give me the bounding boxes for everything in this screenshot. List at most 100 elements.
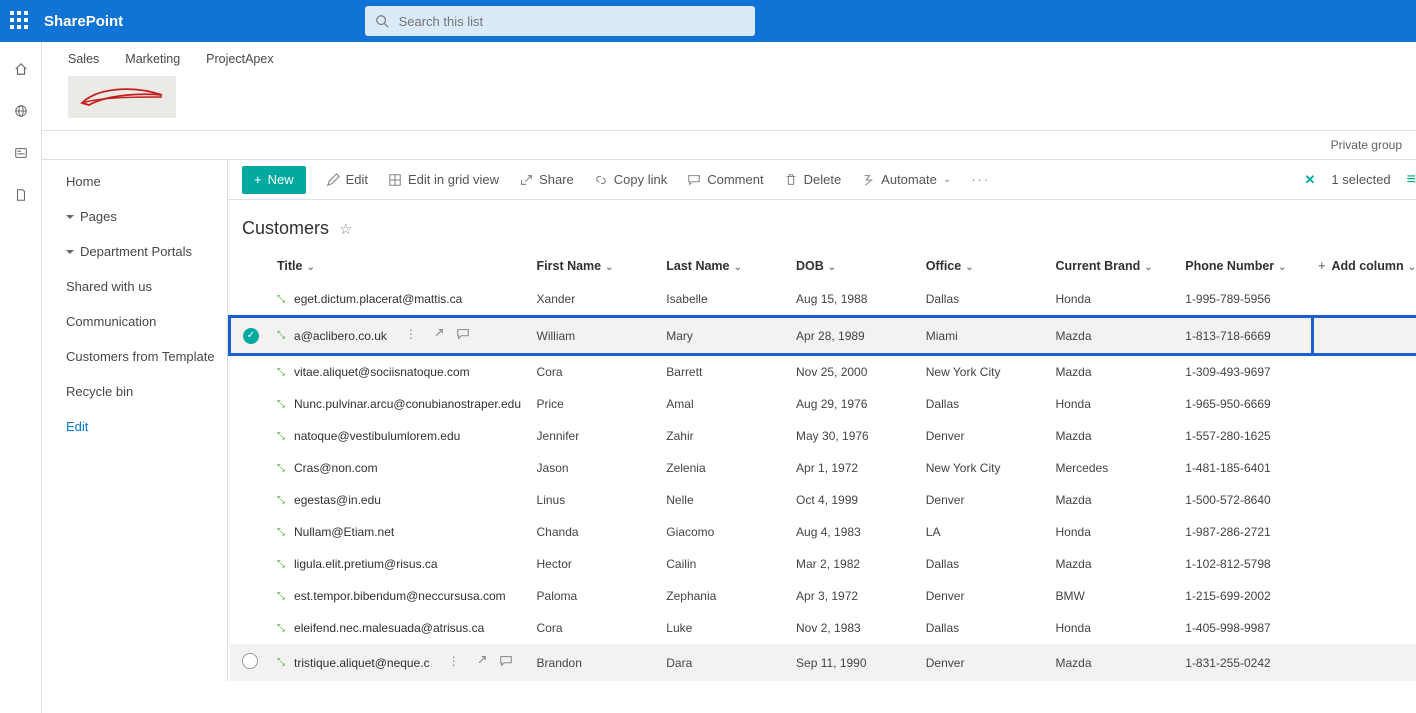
row-title[interactable]: ⤡vitae.aliquet@sociisnatoque.com	[277, 365, 525, 379]
col-phone-header[interactable]: Phone Number⌄	[1179, 249, 1312, 283]
cell-brand: Mazda	[1050, 420, 1180, 452]
cell-phone: 1-215-699-2002	[1179, 580, 1312, 612]
share-icon[interactable]	[430, 327, 444, 344]
cell-lastname: Dara	[660, 644, 790, 681]
new-button[interactable]: + New	[242, 166, 306, 194]
hub-nav-sales[interactable]: Sales	[68, 52, 99, 66]
row-title-text: a@aclibero.co.uk	[294, 329, 387, 343]
nav-customers-from-template[interactable]: Customers from Template	[66, 349, 227, 364]
nav-pages[interactable]: Pages	[66, 209, 227, 224]
row-title-text: eleifend.nec.malesuada@atrisus.ca	[294, 621, 484, 635]
plus-icon: +	[254, 172, 262, 187]
hub-nav-marketing[interactable]: Marketing	[125, 52, 180, 66]
row-title-text: ligula.elit.pretium@risus.ca	[294, 557, 438, 571]
nav-communication[interactable]: Communication	[66, 314, 227, 329]
item-status-icon: ⤡	[277, 463, 285, 474]
cell-firstname: Chanda	[531, 516, 661, 548]
copy-link-button[interactable]: Copy link	[594, 172, 667, 187]
table-row[interactable]: ⤡natoque@vestibulumlorem.eduJenniferZahi…	[230, 420, 1416, 452]
nav-shared-with-us[interactable]: Shared with us	[66, 279, 227, 294]
row-title[interactable]: ⤡Nunc.pulvinar.arcu@conubianostraper.edu	[277, 397, 525, 411]
share-button[interactable]: Share	[519, 172, 574, 187]
cell-phone: 1-405-998-9987	[1179, 612, 1312, 644]
cell-office: Dallas	[920, 612, 1050, 644]
delete-button[interactable]: Delete	[784, 172, 842, 187]
cell-office: Miami	[920, 317, 1050, 355]
row-title[interactable]: ⤡tristique.aliquet@neque.c⋮	[277, 654, 525, 671]
row-title[interactable]: ⤡est.tempor.bibendum@neccursusa.com	[277, 589, 525, 603]
table-row[interactable]: ⤡tristique.aliquet@neque.c⋮BrandonDaraSe…	[230, 644, 1416, 681]
nav-recycle-bin[interactable]: Recycle bin	[66, 384, 227, 399]
edit-grid-button[interactable]: Edit in grid view	[388, 172, 499, 187]
automate-button-label: Automate	[881, 172, 937, 187]
site-logo[interactable]	[68, 76, 176, 118]
files-icon[interactable]	[12, 186, 30, 204]
table-row[interactable]: ⤡est.tempor.bibendum@neccursusa.comPalom…	[230, 580, 1416, 612]
row-select-toggle[interactable]	[243, 328, 259, 344]
search-box[interactable]	[365, 6, 755, 36]
table-row[interactable]: ⤡a@aclibero.co.uk⋮WilliamMaryApr 28, 198…	[230, 317, 1416, 355]
cell-phone: 1-987-286-2721	[1179, 516, 1312, 548]
cell-firstname: Price	[531, 388, 661, 420]
news-icon[interactable]	[12, 144, 30, 162]
nav-department-portals[interactable]: Department Portals	[66, 244, 227, 259]
search-input[interactable]	[397, 13, 745, 30]
col-firstname-header[interactable]: First Name⌄	[531, 249, 661, 283]
comment-icon[interactable]	[499, 654, 513, 671]
row-title[interactable]: ⤡natoque@vestibulumlorem.edu	[277, 429, 525, 443]
chevron-down-icon: ⌄	[605, 262, 613, 273]
row-title[interactable]: ⤡egestas@in.edu	[277, 493, 525, 507]
cell-dob: May 30, 1976	[790, 420, 920, 452]
table-row[interactable]: ⤡eleifend.nec.malesuada@atrisus.caCoraLu…	[230, 612, 1416, 644]
search-icon	[375, 14, 389, 28]
col-dob-header[interactable]: DOB⌄	[790, 249, 920, 283]
home-icon[interactable]	[12, 60, 30, 78]
col-add-column-header[interactable]: Add column⌄	[1312, 249, 1416, 283]
cell-firstname: Cora	[531, 612, 661, 644]
chevron-down-icon: ⌄	[734, 262, 742, 273]
col-office-header[interactable]: Office⌄	[920, 249, 1050, 283]
row-title[interactable]: ⤡eget.dictum.placerat@mattis.ca	[277, 292, 525, 306]
chevron-down-icon: ⌄	[1408, 262, 1416, 273]
globe-icon[interactable]	[12, 102, 30, 120]
comment-button[interactable]: Comment	[687, 172, 763, 187]
view-options-icon[interactable]: ≡	[1407, 171, 1416, 189]
nav-edit[interactable]: Edit	[66, 419, 227, 434]
row-title[interactable]: ⤡ligula.elit.pretium@risus.ca	[277, 557, 525, 571]
table-row[interactable]: ⤡Nunc.pulvinar.arcu@conubianostraper.edu…	[230, 388, 1416, 420]
app-launcher-icon[interactable]	[10, 11, 30, 31]
more-actions-button[interactable]: ···	[971, 172, 990, 187]
hub-nav-projectapex[interactable]: ProjectApex	[206, 52, 273, 66]
edit-button[interactable]: Edit	[326, 172, 368, 187]
table-row[interactable]: ⤡Cras@non.comJasonZeleniaApr 1, 1972New …	[230, 452, 1416, 484]
cell-lastname: Giacomo	[660, 516, 790, 548]
table-row[interactable]: ⤡eget.dictum.placerat@mattis.caXanderIsa…	[230, 283, 1416, 317]
row-title[interactable]: ⤡Cras@non.com	[277, 461, 525, 475]
favorite-star-icon[interactable]: ☆	[339, 220, 352, 238]
cell-brand: BMW	[1050, 580, 1180, 612]
nav-home[interactable]: Home	[66, 174, 227, 189]
table-row[interactable]: ⤡vitae.aliquet@sociisnatoque.comCoraBarr…	[230, 355, 1416, 389]
item-status-icon: ⤡	[277, 527, 285, 538]
clear-selection-icon[interactable]: ✕	[1304, 172, 1315, 188]
row-title[interactable]: ⤡eleifend.nec.malesuada@atrisus.ca	[277, 621, 525, 635]
col-title-header[interactable]: Title⌄	[271, 249, 531, 283]
comment-icon[interactable]	[456, 327, 470, 344]
row-title-text: egestas@in.edu	[294, 493, 381, 507]
automate-button[interactable]: Automate ⌄	[861, 172, 951, 187]
table-row[interactable]: ⤡egestas@in.eduLinusNelleOct 4, 1999Denv…	[230, 484, 1416, 516]
col-brand-header[interactable]: Current Brand⌄	[1050, 249, 1180, 283]
table-row[interactable]: ⤡ligula.elit.pretium@risus.caHectorCaili…	[230, 548, 1416, 580]
more-icon[interactable]: ⋮	[405, 327, 418, 344]
row-title[interactable]: ⤡a@aclibero.co.uk⋮	[277, 327, 525, 344]
more-icon[interactable]: ⋮	[448, 654, 461, 671]
cell-brand: Mazda	[1050, 644, 1180, 681]
share-icon[interactable]	[473, 654, 487, 671]
col-lastname-header[interactable]: Last Name⌄	[660, 249, 790, 283]
cell-lastname: Amal	[660, 388, 790, 420]
table-row[interactable]: ⤡Nullam@Etiam.netChandaGiacomoAug 4, 198…	[230, 516, 1416, 548]
row-select-toggle[interactable]	[242, 653, 258, 669]
cell-brand: Mazda	[1050, 355, 1180, 389]
product-name[interactable]: SharePoint	[44, 13, 123, 30]
row-title[interactable]: ⤡Nullam@Etiam.net	[277, 525, 525, 539]
